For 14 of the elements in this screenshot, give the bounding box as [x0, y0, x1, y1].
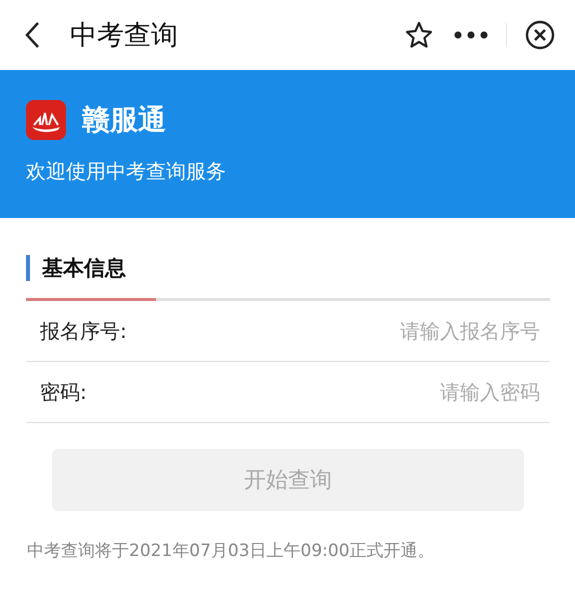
page-title: 中考查询 — [70, 19, 179, 53]
section-title: 基本信息 — [42, 255, 126, 282]
input-field[interactable]: 请输入报名序号 — [126, 318, 542, 344]
more-icon[interactable] — [454, 31, 488, 39]
welcome-text: 欢迎使用中考查询服务 — [26, 158, 227, 185]
input-field[interactable]: 请输入密码 — [86, 379, 542, 405]
close-icon[interactable] — [525, 20, 555, 50]
back-icon[interactable] — [24, 21, 40, 49]
field-label: 报名序号: — [40, 318, 127, 344]
notice-text: 中考查询将于2021年07月03日上午09:00正式开通。 — [27, 540, 436, 562]
field-label: 密码: — [40, 378, 87, 406]
star-icon[interactable] — [404, 20, 434, 50]
app-logo-icon — [26, 100, 66, 140]
app-name: 赣服通 — [82, 102, 166, 138]
